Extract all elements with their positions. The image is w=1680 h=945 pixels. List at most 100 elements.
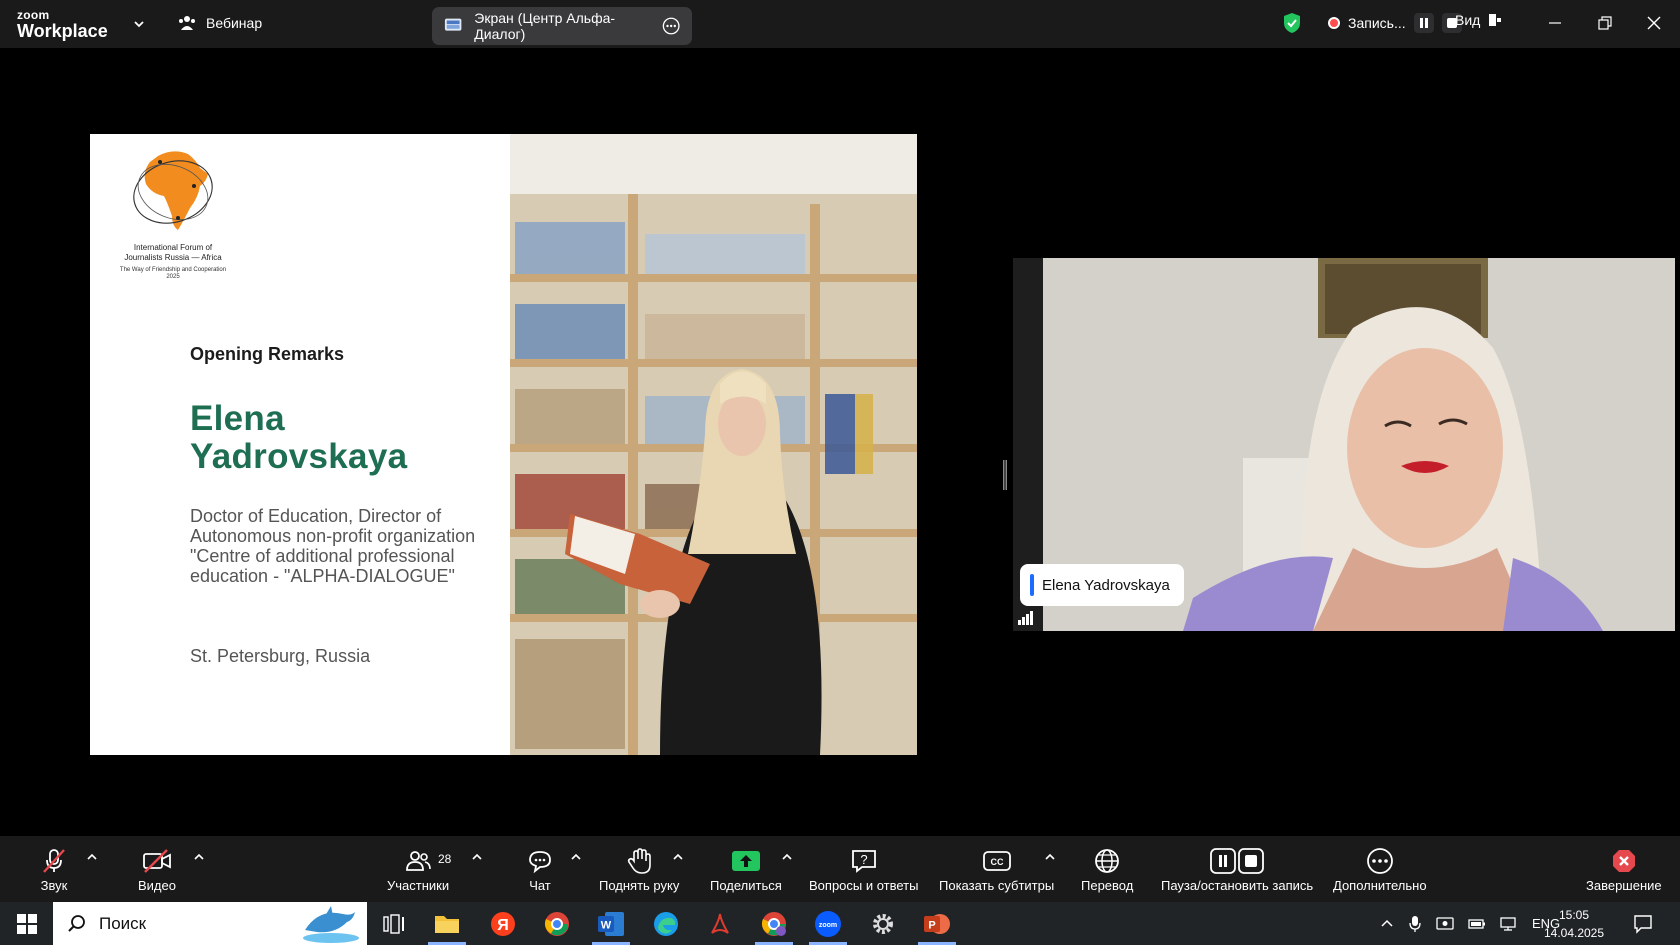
- chat-icon: [529, 851, 551, 874]
- taskbar-powerpoint[interactable]: P: [920, 908, 954, 940]
- video-label: Видео: [138, 878, 176, 893]
- speaker-photo: [510, 134, 917, 755]
- record-label: Пауза/остановить запись: [1161, 878, 1314, 893]
- close-icon[interactable]: [1645, 14, 1663, 32]
- svg-text:CC: CC: [990, 857, 1003, 867]
- search-icon: [68, 914, 85, 932]
- powerpoint-icon: P: [924, 914, 950, 934]
- svg-text:zoom: zoom: [819, 922, 837, 929]
- speaking-indicator: [1030, 574, 1034, 596]
- svg-text:Я: Я: [497, 917, 509, 934]
- taskbar-yandex-browser[interactable]: Я: [486, 908, 520, 940]
- resize-handle[interactable]: [1003, 460, 1007, 490]
- recording-status: Запись...: [1282, 12, 1462, 34]
- microphone-icon[interactable]: [1408, 915, 1422, 933]
- raise-hand-button[interactable]: Поднять руку: [599, 846, 679, 900]
- more-options-icon[interactable]: [662, 16, 680, 36]
- view-label: Вид: [1455, 12, 1481, 28]
- translate-button[interactable]: Перевод: [1081, 846, 1133, 900]
- task-view-icon: [383, 914, 404, 934]
- participants-label: Участники: [387, 878, 450, 893]
- chat-label: Чат: [529, 878, 551, 893]
- clock-date: 14.04.2025: [1543, 926, 1605, 940]
- section-heading: Opening Remarks: [190, 344, 345, 364]
- share-options-chevron-icon[interactable]: [781, 852, 793, 862]
- speaker-first-name: Elena: [190, 399, 285, 438]
- end-meeting-button[interactable]: Завершение: [1586, 846, 1662, 900]
- more-label: Дополнительно: [1333, 878, 1427, 893]
- taskbar-chrome[interactable]: [540, 908, 574, 940]
- view-layout-icon: [1489, 14, 1502, 26]
- edge-icon: [654, 912, 678, 936]
- audio-button[interactable]: Звук: [40, 846, 68, 900]
- forum-logo: International Forum of Journalists Russi…: [118, 146, 228, 281]
- zoom-logo: zoom Workplace: [17, 9, 108, 40]
- taskbar-acrobat[interactable]: [703, 908, 737, 940]
- logo-zoom-text: zoom: [17, 8, 50, 22]
- taskbar-edge[interactable]: [649, 908, 683, 940]
- battery-icon[interactable]: [1468, 917, 1486, 931]
- notifications-icon[interactable]: [1633, 914, 1653, 934]
- end-meeting-icon: [1612, 850, 1635, 872]
- more-button[interactable]: Дополнительно: [1333, 846, 1427, 900]
- connection-signal-icon: [1018, 611, 1033, 625]
- audio-options-chevron-icon[interactable]: [86, 852, 98, 862]
- taskbar-word[interactable]: W: [594, 908, 628, 940]
- pause-icon: [1419, 18, 1428, 28]
- screen-share-indicator[interactable]: Экран (Центр Альфа-Диалог): [432, 7, 692, 45]
- shield-check-icon[interactable]: [1282, 12, 1302, 34]
- folder-icon: [435, 916, 459, 933]
- taskbar-chrome-profile[interactable]: [757, 908, 791, 940]
- windows-start-button[interactable]: [10, 908, 44, 940]
- pause-recording-button[interactable]: [1413, 13, 1434, 33]
- speaker-name: Elena Yadrovskaya: [190, 400, 407, 476]
- chat-button[interactable]: Чат: [526, 846, 554, 900]
- taskbar-file-explorer[interactable]: [430, 908, 464, 940]
- screen-capture-icon[interactable]: [1436, 916, 1454, 932]
- end-meeting-label: Завершение: [1586, 878, 1662, 893]
- meeting-type-label: Вебинар: [206, 15, 263, 31]
- video-options-chevron-icon[interactable]: [193, 852, 205, 862]
- svg-text:?: ?: [860, 852, 867, 867]
- speaker-credentials: Doctor of Education, Director of Autonom…: [190, 506, 476, 586]
- zoom-app-icon: zoom: [815, 911, 841, 937]
- share-screen-icon: [731, 851, 760, 871]
- webinar-icon: [179, 16, 195, 30]
- taskbar-settings[interactable]: [866, 908, 900, 940]
- qa-icon: ?: [851, 850, 876, 873]
- webinar-indicator[interactable]: Вебинар: [178, 14, 262, 32]
- video-off-icon: [143, 849, 171, 873]
- record-button[interactable]: Пауза/остановить запись: [1161, 846, 1313, 900]
- windows-logo-icon: [17, 914, 37, 934]
- restore-icon[interactable]: [1596, 14, 1614, 32]
- raise-hand-label: Поднять руку: [599, 878, 680, 893]
- view-button[interactable]: Вид: [1455, 12, 1502, 28]
- taskbar-zoom[interactable]: zoom: [811, 908, 845, 940]
- gear-icon: [873, 914, 893, 934]
- chat-options-chevron-icon[interactable]: [570, 852, 582, 862]
- system-clock[interactable]: 15:05 14.04.2025: [1540, 906, 1608, 942]
- share-button[interactable]: Поделиться: [710, 846, 782, 900]
- captions-button[interactable]: CC Показать субтитры: [939, 846, 1054, 900]
- network-monitor-icon[interactable]: [1500, 916, 1518, 932]
- captions-options-chevron-icon[interactable]: [1044, 852, 1056, 862]
- logo-workplace-text: Workplace: [17, 21, 108, 41]
- video-button[interactable]: Видео: [138, 846, 176, 900]
- raise-hand-options-chevron-icon[interactable]: [672, 852, 684, 862]
- chevron-up-icon[interactable]: [1380, 917, 1394, 931]
- svg-text:P: P: [928, 920, 935, 932]
- translate-label: Перевод: [1081, 878, 1134, 893]
- participants-options-chevron-icon[interactable]: [471, 852, 483, 862]
- taskbar-search[interactable]: Поиск: [53, 902, 367, 945]
- minimize-icon[interactable]: [1546, 14, 1564, 32]
- title-bar: zoom Workplace Вебинар Экран (Центр Альф…: [0, 0, 1680, 48]
- participant-video-tile[interactable]: Elena Yadrovskaya: [1013, 258, 1675, 631]
- chevron-down-icon[interactable]: [132, 17, 146, 31]
- shared-screen[interactable]: International Forum of Journalists Russi…: [7, 134, 1001, 755]
- clock-time: 15:05: [1558, 908, 1590, 922]
- yandex-icon: Я: [491, 912, 515, 936]
- task-view-button[interactable]: [377, 908, 411, 940]
- pause-stop-recording-icon: [1210, 848, 1264, 874]
- qa-button[interactable]: ? Вопросы и ответы: [809, 846, 918, 900]
- participants-icon: [406, 851, 431, 871]
